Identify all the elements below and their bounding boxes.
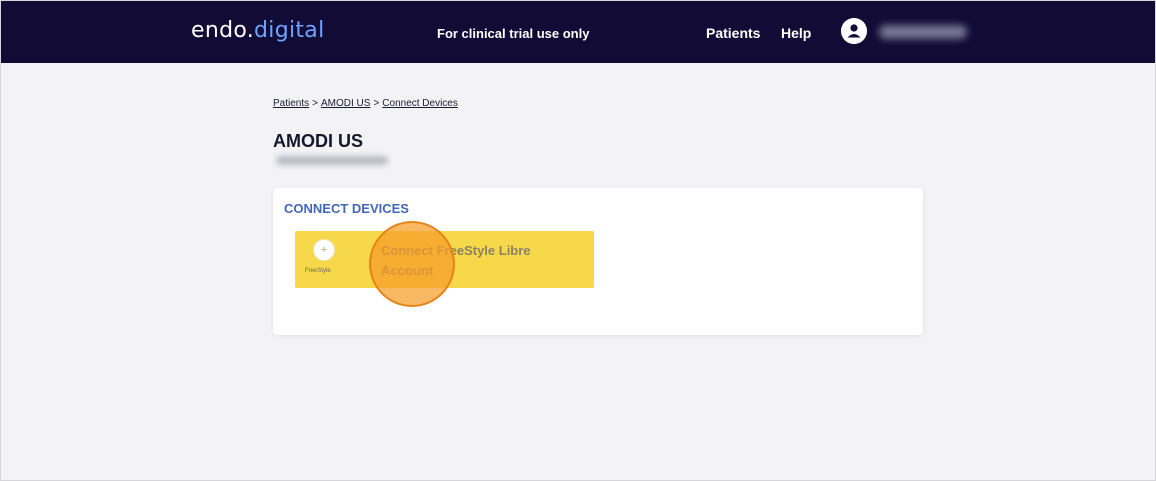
patient-details-redacted (276, 156, 388, 165)
user-name-redacted[interactable] (879, 25, 967, 39)
connect-devices-card: CONNECT DEVICES + FreeStyle Connect Free… (273, 188, 923, 335)
breadcrumb-connect-devices-link[interactable]: Connect Devices (382, 98, 458, 109)
breadcrumb-patients-link[interactable]: Patients (273, 98, 309, 109)
patient-name-title: AMODI US (273, 131, 363, 151)
freestyle-brand-label: FreeStyle (305, 268, 331, 274)
endo-digital-logo[interactable]: endo.digital (191, 18, 325, 43)
plus-icon: + (313, 239, 335, 261)
breadcrumb-separator: > (312, 98, 318, 109)
connect-devices-heading: CONNECT DEVICES (284, 201, 409, 216)
breadcrumb-separator: > (373, 98, 380, 109)
connect-freestyle-libre-button[interactable]: + FreeStyle Connect FreeStyle Libre Acco… (295, 231, 594, 288)
logo-accent-text: digital (254, 18, 325, 43)
connect-freestyle-libre-label: Connect FreeStyle Libre Account (381, 243, 531, 278)
nav-help-link[interactable]: Help (781, 25, 811, 41)
top-navigation-bar: endo.digital For clinical trial use only… (1, 1, 1155, 63)
breadcrumb: Patients > AMODI US > Connect Devices (273, 98, 458, 109)
logo-main-text: endo. (191, 18, 255, 43)
breadcrumb-patient-link[interactable]: AMODI US (321, 98, 370, 109)
user-avatar-icon[interactable] (841, 18, 867, 44)
freestyle-libre-logo-icon: + FreeStyle (302, 237, 350, 281)
clinical-trial-notice: For clinical trial use only (437, 26, 590, 41)
page: endo.digital For clinical trial use only… (0, 0, 1156, 481)
nav-patients-link[interactable]: Patients (706, 25, 760, 41)
